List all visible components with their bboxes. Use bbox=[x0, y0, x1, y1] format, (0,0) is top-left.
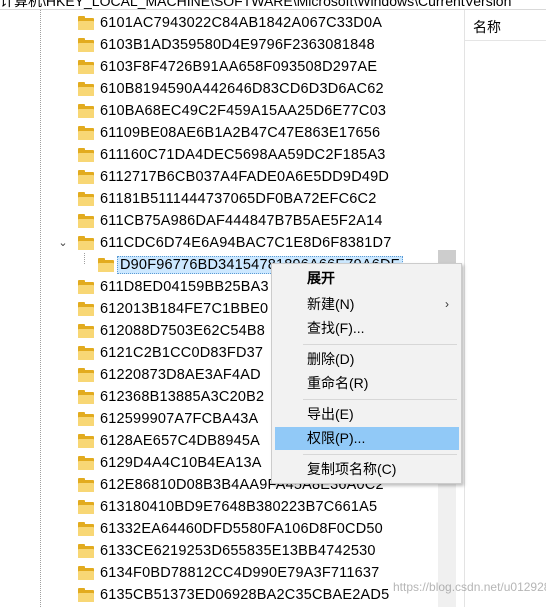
folder-icon bbox=[78, 59, 94, 74]
tree-item-label: 613180410BD9E7648B380223B7C661A5 bbox=[100, 499, 378, 515]
folder-icon bbox=[78, 367, 94, 382]
menu-item-find[interactable]: 查找(F)... bbox=[275, 317, 459, 340]
folder-icon bbox=[78, 169, 94, 184]
tree-item-label: 6134F0BD78812CC4D990E79A3F711637 bbox=[100, 565, 380, 581]
tree-item-label: 61332EA64460DFD5580FA106D8F0CD50 bbox=[100, 521, 383, 537]
tree-item[interactable]: 613180410BD9E7648B380223B7C661A5 bbox=[78, 496, 454, 518]
tree-item-label: 611CB75A986DAF444847B7B5AE5F2A14 bbox=[100, 213, 383, 229]
menu-item-rename[interactable]: 重命名(R) bbox=[275, 372, 459, 395]
values-pane[interactable]: 名称 bbox=[465, 10, 546, 607]
menu-item-expand[interactable]: 展开 bbox=[275, 267, 459, 290]
tree-item-label: 6129D4A4C10B4EA13A bbox=[100, 455, 262, 471]
tree-item[interactable]: 6101AC7943022C84AB1842A067C33D0A bbox=[78, 12, 454, 34]
tree-item-label: 6101AC7943022C84AB1842A067C33D0A bbox=[100, 15, 383, 31]
tree-item-label: 612368B13885A3C20B2 bbox=[100, 389, 265, 405]
address-path: 计算机\HKEY_LOCAL_MACHINE\SOFTWARE\Microsof… bbox=[0, 0, 512, 9]
tree-item[interactable]: 611CB75A986DAF444847B7B5AE5F2A14 bbox=[78, 210, 454, 232]
folder-icon bbox=[78, 389, 94, 404]
tree-item[interactable]: 6133CE6219253D655835E13BB4742530 bbox=[78, 540, 454, 562]
folder-icon bbox=[98, 257, 114, 272]
tree-item[interactable]: 610BA68EC49C2F459A15AA25D6E77C03 bbox=[78, 100, 454, 122]
tree-item[interactable]: 61181B5111444737065DF0BA72EFC6C2 bbox=[78, 188, 454, 210]
tree-item-label: 6121C2B1CC0D83FD37 bbox=[100, 345, 264, 361]
tree-item-label: 6103B1AD359580D4E9796F2363081848 bbox=[100, 37, 375, 53]
folder-icon bbox=[78, 411, 94, 426]
folder-icon bbox=[78, 235, 94, 250]
tree-item-label: 6128AE657C4DB8945A bbox=[100, 433, 260, 449]
folder-icon bbox=[78, 279, 94, 294]
tree-guide-line bbox=[40, 10, 41, 607]
menu-separator bbox=[303, 399, 457, 400]
folder-icon bbox=[78, 323, 94, 338]
folder-icon bbox=[78, 191, 94, 206]
tree-item-label: 610B8194590A442646D83CD6D3D6AC62 bbox=[100, 81, 384, 97]
folder-icon bbox=[78, 565, 94, 580]
folder-icon bbox=[78, 125, 94, 140]
menu-item-copy-key-name[interactable]: 复制项名称(C) bbox=[275, 458, 459, 481]
folder-icon bbox=[78, 499, 94, 514]
folder-icon bbox=[78, 15, 94, 30]
folder-icon bbox=[78, 587, 94, 602]
column-header-label: 名称 bbox=[473, 19, 501, 35]
menu-separator bbox=[303, 454, 457, 455]
tree-item-label: 61181B5111444737065DF0BA72EFC6C2 bbox=[100, 191, 377, 207]
folder-icon bbox=[78, 477, 94, 492]
folder-icon bbox=[78, 301, 94, 316]
tree-item-label: 611160C71DA4DEC5698AA59DC2F185A3 bbox=[100, 147, 386, 163]
address-bar[interactable]: 计算机\HKEY_LOCAL_MACHINE\SOFTWARE\Microsof… bbox=[0, 0, 546, 10]
tree-item-label: 612088D7503E62C54B8 bbox=[100, 323, 266, 339]
tree-item-label: 612599907A7FCBA43A bbox=[100, 411, 259, 427]
column-header-name[interactable]: 名称 bbox=[465, 10, 546, 41]
menu-item-new[interactable]: 新建(N) › bbox=[275, 293, 459, 316]
menu-item-export[interactable]: 导出(E) bbox=[275, 403, 459, 426]
tree-item[interactable]: 61332EA64460DFD5580FA106D8F0CD50 bbox=[78, 518, 454, 540]
tree-item-label: 6135CB51373ED06928BA2C35CBAE2AD5 bbox=[100, 587, 390, 603]
folder-icon bbox=[78, 81, 94, 96]
folder-icon bbox=[78, 433, 94, 448]
tree-item-expanded[interactable]: 611CDC6D74E6A94BAC7C1E8D6F8381D7 bbox=[78, 232, 454, 254]
tree-item-label: 612013B184FE7C1BBE0 bbox=[100, 301, 269, 317]
folder-icon bbox=[78, 103, 94, 118]
tree-item[interactable]: 611160C71DA4DEC5698AA59DC2F185A3 bbox=[78, 144, 454, 166]
menu-item-delete[interactable]: 删除(D) bbox=[275, 348, 459, 371]
tree-item-label: 6133CE6219253D655835E13BB4742530 bbox=[100, 543, 376, 559]
tree-item-label: 611CDC6D74E6A94BAC7C1E8D6F8381D7 bbox=[100, 235, 392, 251]
tree-item[interactable]: 6103F8F4726B91AA658F093508D297AE bbox=[78, 56, 454, 78]
menu-item-permissions[interactable]: 权限(P)... bbox=[275, 427, 459, 450]
tree-item[interactable]: 610B8194590A442646D83CD6D3D6AC62 bbox=[78, 78, 454, 100]
folder-icon bbox=[78, 147, 94, 162]
watermark: https://blog.csdn.net/u012928587 bbox=[393, 580, 546, 594]
folder-icon bbox=[78, 543, 94, 558]
chevron-right-icon: › bbox=[445, 297, 449, 311]
tree-item-label: 61220873D8AE3AF4AD bbox=[100, 367, 261, 383]
folder-icon bbox=[78, 455, 94, 470]
tree-item-label: 61109BE08AE6B1A2B47C47E863E17656 bbox=[100, 125, 381, 141]
context-menu: 展开 新建(N) › 查找(F)... 删除(D) 重命名(R) 导出(E) 权限… bbox=[271, 263, 462, 484]
tree-item-label: 610BA68EC49C2F459A15AA25D6E77C03 bbox=[100, 103, 387, 119]
chevron-down-icon[interactable]: ⌄ bbox=[58, 238, 68, 249]
folder-icon bbox=[78, 345, 94, 360]
folder-icon bbox=[78, 521, 94, 536]
folder-icon bbox=[78, 37, 94, 52]
tree-item[interactable]: 6103B1AD359580D4E9796F2363081848 bbox=[78, 34, 454, 56]
folder-icon bbox=[78, 213, 94, 228]
tree-item-label: 6112717B6CB037A4FADE0A6E5DD9D49D bbox=[100, 169, 390, 185]
tree-item[interactable]: 61109BE08AE6B1A2B47C47E863E17656 bbox=[78, 122, 454, 144]
tree-item-label: 6103F8F4726B91AA658F093508D297AE bbox=[100, 59, 378, 75]
tree-item[interactable]: 6112717B6CB037A4FADE0A6E5DD9D49D bbox=[78, 166, 454, 188]
menu-separator bbox=[303, 344, 457, 345]
tree-guide-line-child bbox=[84, 253, 85, 264]
tree-item-label: 611D8ED04159BB25BA3 bbox=[100, 279, 269, 295]
